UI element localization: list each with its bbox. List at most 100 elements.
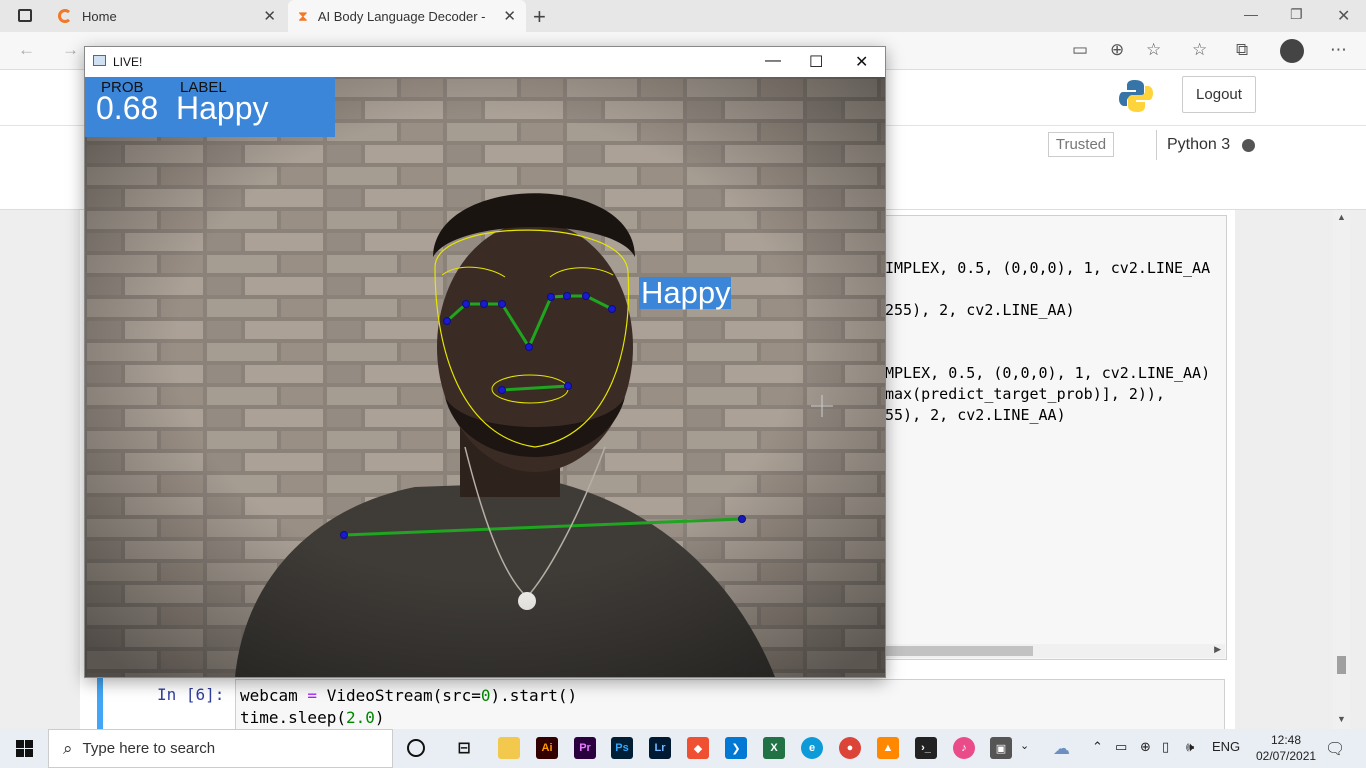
scroll-up-icon[interactable]: ▲	[1337, 212, 1346, 222]
tab-actions-icon[interactable]	[18, 9, 32, 22]
jupyter-icon	[58, 9, 72, 23]
close-tab-icon[interactable]: ✕	[263, 7, 276, 25]
code-token: webcam	[240, 686, 298, 705]
code-line: time.sleep(2.0)	[240, 708, 385, 727]
new-tab-icon[interactable]: +	[533, 4, 546, 30]
scrollbar-thumb[interactable]	[885, 646, 1033, 656]
tab-home[interactable]: Home ✕	[48, 0, 286, 32]
close-tab-icon[interactable]: ✕	[503, 7, 516, 25]
chrome-icon[interactable]: ●	[839, 737, 861, 759]
minimize-icon[interactable]: —	[765, 52, 781, 70]
windows-taskbar: ⌕ Type here to search ⊟ Ai Pr Ps Lr ◆ ❯ …	[0, 729, 1366, 768]
zoom-icon[interactable]: ⊕	[1110, 40, 1124, 60]
notebook-cell-6[interactable]: In [6]: webcam = VideoStream(src=0).star…	[97, 676, 1235, 731]
close-window-icon[interactable]: ✕	[1337, 6, 1350, 26]
reader-icon[interactable]: ▭	[1072, 40, 1088, 60]
code-token: VideoStream(src=	[326, 686, 481, 705]
scroll-down-icon[interactable]: ▼	[1337, 714, 1346, 724]
browser-tab-strip: Home ✕ ⧗ AI Body Language Decoder - Jup …	[0, 0, 1366, 32]
label-value: Happy	[176, 90, 269, 126]
photoshop-icon[interactable]: Ps	[611, 737, 633, 759]
window-app-icon	[93, 55, 106, 66]
horizontal-scrollbar[interactable]: ▶	[885, 644, 1225, 658]
cell-prompt: In [6]:	[157, 685, 225, 704]
face-label-tag: Happy	[639, 275, 731, 310]
kernel-name: Python 3	[1167, 136, 1231, 153]
illustrator-icon[interactable]: Ai	[536, 737, 558, 759]
clock-time: 12:48	[1270, 733, 1302, 747]
favorite-add-icon[interactable]: ☆	[1146, 40, 1161, 60]
code-token: )	[374, 708, 385, 727]
search-placeholder: Type here to search	[82, 740, 216, 757]
code-line: max(predict_target_prob)], 2)),	[885, 385, 1165, 403]
edge-icon[interactable]: e	[801, 737, 823, 759]
tab-label: AI Body Language Decoder - Jup	[317, 8, 488, 24]
maximize-icon[interactable]: ☐	[809, 52, 823, 72]
cortana-icon[interactable]	[407, 739, 425, 757]
webcam-frame-image	[85, 77, 885, 677]
scroll-right-icon[interactable]: ▶	[1214, 644, 1221, 655]
live-window-titlebar[interactable]: LIVE! — ☐ ✕	[85, 47, 885, 77]
git-icon[interactable]: ◆	[687, 737, 709, 759]
cell-selected-bar	[97, 676, 103, 731]
code-line: webcam = VideoStream(src=0).start()	[240, 686, 577, 705]
premiere-icon[interactable]: Pr	[574, 737, 596, 759]
prediction-overlay: PROB LABEL 0.68 Happy	[85, 77, 335, 137]
restore-icon[interactable]: ❐	[1290, 6, 1303, 23]
code-line: 255), 2, cv2.LINE_AA)	[885, 301, 1075, 319]
kernel-status-icon	[1242, 138, 1256, 152]
taskbar-search-box[interactable]: ⌕ Type here to search	[48, 729, 393, 768]
code-line: 55), 2, cv2.LINE_AA)	[885, 406, 1066, 424]
code-token: 2.0	[345, 708, 375, 727]
cell-input[interactable]: webcam = VideoStream(src=0).start() time…	[235, 679, 1225, 731]
logout-button[interactable]: Logout	[1182, 76, 1256, 113]
vlc-icon[interactable]: ▲	[877, 737, 899, 759]
live-window-title: LIVE!	[113, 55, 143, 69]
close-window-icon[interactable]: ✕	[855, 52, 868, 72]
search-icon: ⌕	[63, 738, 73, 758]
volume-icon[interactable]: 🕪	[1186, 739, 1194, 755]
battery-icon[interactable]: ▭	[1115, 739, 1127, 755]
code-line: MPLEX, 0.5, (0,0,0), 1, cv2.LINE_AA)	[885, 364, 1211, 382]
lightroom-icon[interactable]: Lr	[649, 737, 671, 759]
avatar[interactable]	[1280, 39, 1304, 63]
itunes-icon[interactable]: ♪	[953, 737, 975, 759]
trusted-indicator[interactable]: Trusted	[1048, 132, 1114, 157]
live-window[interactable]: LIVE! — ☐ ✕ PROB LABEL 0.68 Happy Happy	[84, 46, 886, 678]
kernel-indicator: Python 3	[1156, 130, 1256, 160]
clock-date: 02/07/2021	[1256, 749, 1317, 763]
code-line: IMPLEX, 0.5, (0,0,0), 1, cv2.LINE_AA	[885, 259, 1211, 277]
clock[interactable]: 12:48 02/07/2021	[1256, 732, 1316, 764]
start-button[interactable]	[0, 729, 48, 768]
vscode-icon[interactable]: ❯	[725, 737, 747, 759]
tab-label: Home	[82, 8, 117, 24]
forward-icon[interactable]: →	[62, 40, 79, 60]
tab-notebook[interactable]: ⧗ AI Body Language Decoder - Jup ✕	[288, 0, 526, 32]
vertical-scrollbar[interactable]: ▲ ▼	[1333, 210, 1350, 730]
code-token: time.sleep(	[240, 708, 346, 727]
taskbar-more-icon[interactable]: ⌄	[1020, 739, 1029, 752]
excel-icon[interactable]: X	[763, 737, 785, 759]
code-token: ).start()	[490, 686, 578, 705]
task-view-icon[interactable]: ⊟	[453, 737, 475, 759]
back-icon[interactable]: ←	[18, 40, 35, 60]
hourglass-icon: ⧗	[298, 7, 308, 24]
power-icon[interactable]: ▯	[1162, 739, 1169, 755]
language-indicator[interactable]: ENG	[1212, 739, 1240, 754]
tray-expand-icon[interactable]: ⌃	[1092, 739, 1103, 755]
network-icon[interactable]: ⊕	[1140, 739, 1151, 755]
minimize-icon[interactable]: —	[1244, 6, 1258, 22]
terminal-icon[interactable]: ›_	[915, 737, 937, 759]
onedrive-icon[interactable]: ☁	[1053, 739, 1070, 759]
notifications-icon[interactable]: 🗨	[1325, 739, 1345, 759]
scrollbar-thumb[interactable]	[1337, 656, 1346, 674]
collections-icon[interactable]: ⧉	[1236, 40, 1248, 60]
webcam-feed: PROB LABEL 0.68 Happy Happy	[85, 77, 885, 677]
code-cell-input[interactable]: IMPLEX, 0.5, (0,0,0), 1, cv2.LINE_AA 255…	[880, 215, 1227, 660]
windows-icon	[15, 740, 33, 757]
file-explorer-icon[interactable]	[498, 737, 520, 759]
camera-icon[interactable]: ▣	[990, 737, 1012, 759]
python-logo-icon	[1119, 80, 1153, 112]
more-icon[interactable]: ⋯	[1330, 40, 1347, 60]
favorites-icon[interactable]: ☆	[1192, 40, 1207, 60]
